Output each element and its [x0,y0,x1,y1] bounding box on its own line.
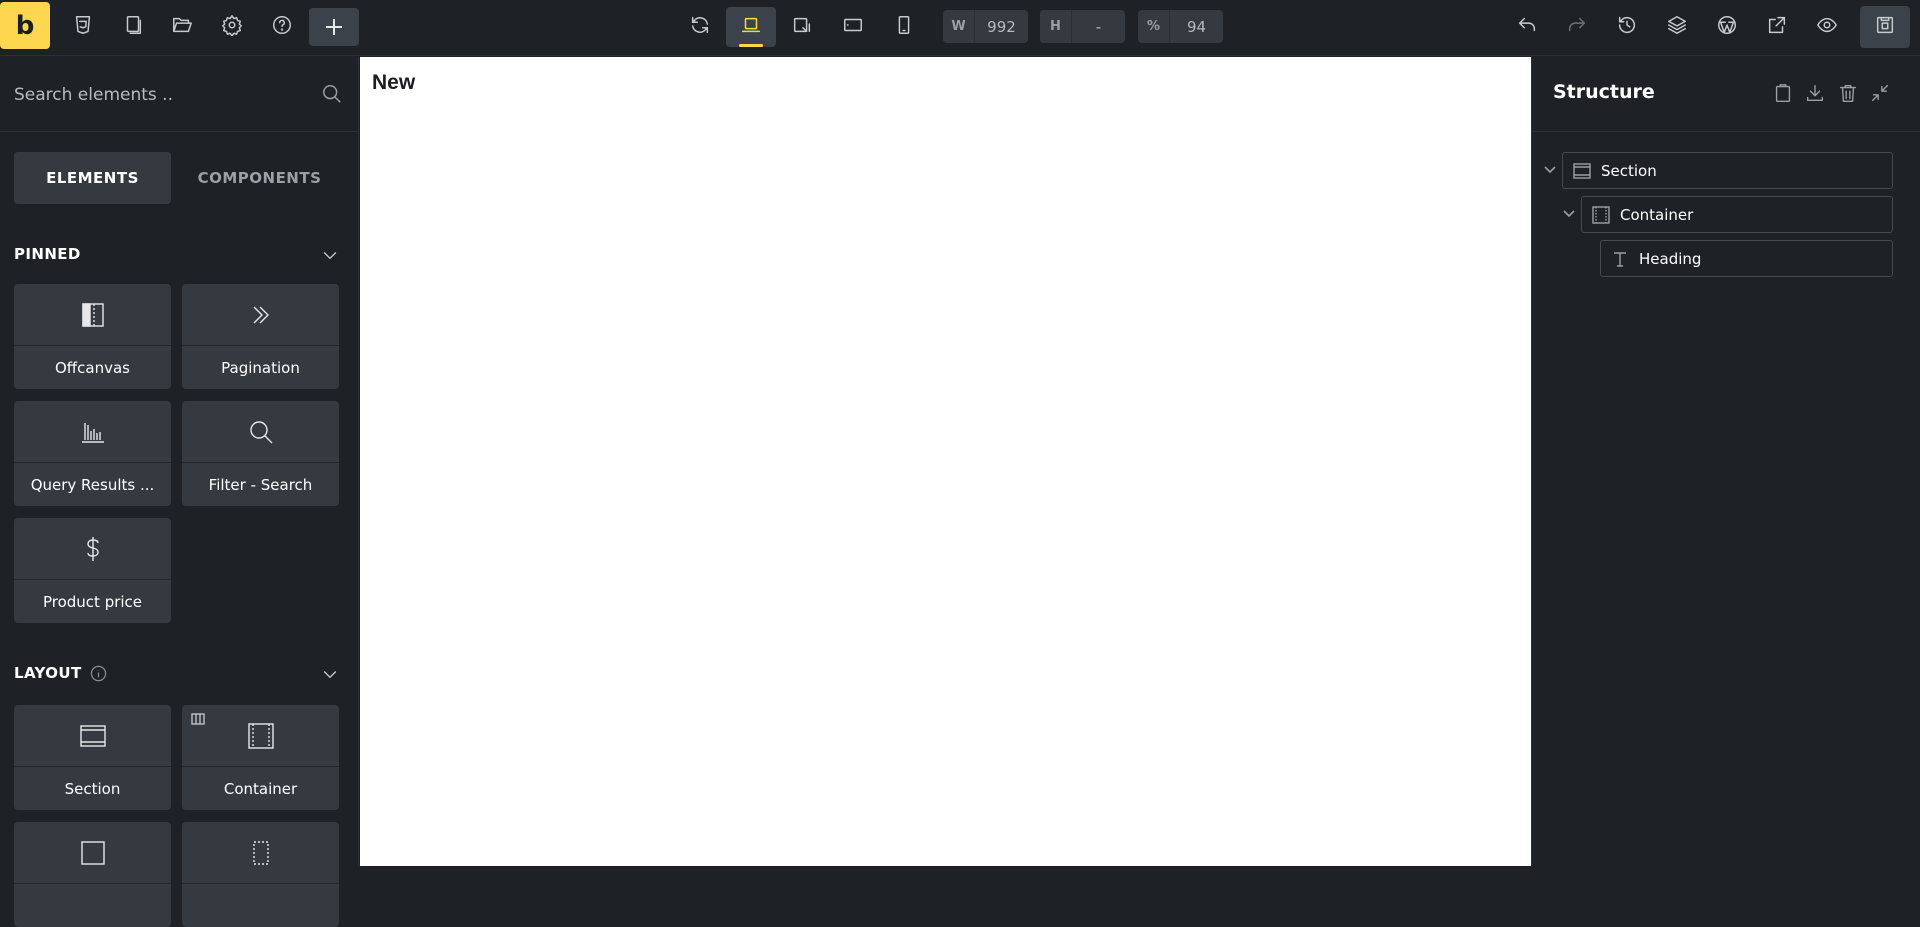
element-card-label: Section [64,779,121,798]
div-icon [182,822,339,884]
element-card-section[interactable]: Section [14,705,171,810]
height-label: H [1040,10,1072,43]
preview-eye-icon[interactable] [1812,10,1842,40]
text-icon [1601,249,1639,269]
redo-icon[interactable] [1562,10,1592,40]
zoom-value[interactable]: 94 [1170,10,1223,43]
element-card-offcanvas[interactable]: Offcanvas [14,284,171,389]
element-card-product-price[interactable]: Product price [14,518,171,623]
folder-open-icon[interactable] [167,10,197,40]
structure-header: Structure [1532,57,1920,132]
width-value[interactable]: 992 [975,10,1028,43]
external-link-icon[interactable] [1762,10,1792,40]
refresh-icon[interactable] [685,10,715,40]
pinned-section-header[interactable]: PINNED [14,243,340,265]
history-icon[interactable] [1612,10,1642,40]
structure-node-label: Section [1601,161,1657,180]
clipboard-icon[interactable] [1772,82,1794,104]
wordpress-icon[interactable] [1712,10,1742,40]
height-field[interactable]: H - [1040,10,1125,43]
chevron-down-icon[interactable] [320,664,340,684]
container-icon [182,705,339,767]
zoom-label: % [1138,10,1170,43]
zoom-field[interactable]: % 94 [1138,10,1223,43]
top-toolbar: b W 992 H - % 94 [0,0,1920,56]
info-icon[interactable] [90,665,107,682]
structure-panel: Structure Section Container Heading [1531,57,1920,866]
gear-icon[interactable] [217,10,247,40]
element-card-label: Offcanvas [55,358,130,377]
width-label: W [943,10,975,43]
structure-title: Structure [1553,81,1655,103]
builder-canvas[interactable]: New [360,57,1531,866]
tablet-landscape-icon[interactable] [787,10,817,40]
bricks-logo-button[interactable]: b [0,2,50,49]
element-card-label: Pagination [221,358,300,377]
add-element-button[interactable] [309,8,359,46]
element-card-label: Query Results ... [30,475,155,494]
element-card-label: Filter - Search [208,475,313,494]
height-value[interactable]: - [1072,10,1125,43]
element-card-container[interactable]: Container [182,705,339,810]
element-card-div[interactable] [182,822,339,927]
element-card-pagination[interactable]: Pagination [182,284,339,389]
download-icon[interactable] [1804,82,1826,104]
offcanvas-icon [14,284,171,346]
chevron-down-icon[interactable] [320,245,340,265]
element-card-block[interactable] [14,822,171,927]
active-breakpoint-indicator [739,44,763,47]
search-elements-input[interactable] [14,79,314,111]
dollar-icon [14,518,171,580]
search-icon[interactable] [321,83,343,105]
structure-node-label: Heading [1639,249,1702,268]
panel-tabs: ELEMENTS COMPONENTS [14,152,340,204]
element-search-bar [0,57,359,132]
double-chevron-right-icon [182,284,339,346]
undo-icon[interactable] [1512,10,1542,40]
canvas-heading[interactable]: New [372,71,415,95]
tab-elements[interactable]: ELEMENTS [14,152,171,204]
search-icon [182,401,339,463]
block-icon [14,822,171,884]
layout-title: LAYOUT [14,664,82,682]
pinned-title: PINNED [14,245,81,263]
container-icon [1582,205,1620,225]
structure-node-container[interactable]: Container [1581,196,1893,233]
chevron-down-icon[interactable] [1561,205,1577,221]
structure-node-heading[interactable]: Heading [1600,240,1893,277]
laptop-icon [736,10,766,40]
structure-node-label: Container [1620,205,1694,224]
chevron-down-icon[interactable] [1542,161,1558,177]
layout-section-header[interactable]: LAYOUT [14,662,340,684]
pages-icon[interactable] [118,10,148,40]
collapse-icon[interactable] [1869,82,1891,104]
layers-icon[interactable] [1662,10,1692,40]
tab-components[interactable]: COMPONENTS [181,152,338,204]
elements-panel: ELEMENTS COMPONENTS PINNED Offcanvas Pag… [0,57,359,927]
bar-chart-icon [14,401,171,463]
css3-icon[interactable] [68,10,98,40]
section-icon [14,705,171,767]
help-icon[interactable] [267,10,297,40]
element-card-label: Product price [42,592,143,611]
tablet-icon[interactable] [838,10,868,40]
plus-icon [326,19,342,35]
element-card-filter-search[interactable]: Filter - Search [182,401,339,506]
section-icon [1563,161,1601,181]
mobile-icon[interactable] [889,10,919,40]
save-icon [1870,10,1900,40]
width-field[interactable]: W 992 [943,10,1028,43]
trash-icon[interactable] [1837,82,1859,104]
element-card-query-results[interactable]: Query Results ... [14,401,171,506]
element-card-label: Container [223,779,298,798]
structure-node-section[interactable]: Section [1562,152,1893,189]
